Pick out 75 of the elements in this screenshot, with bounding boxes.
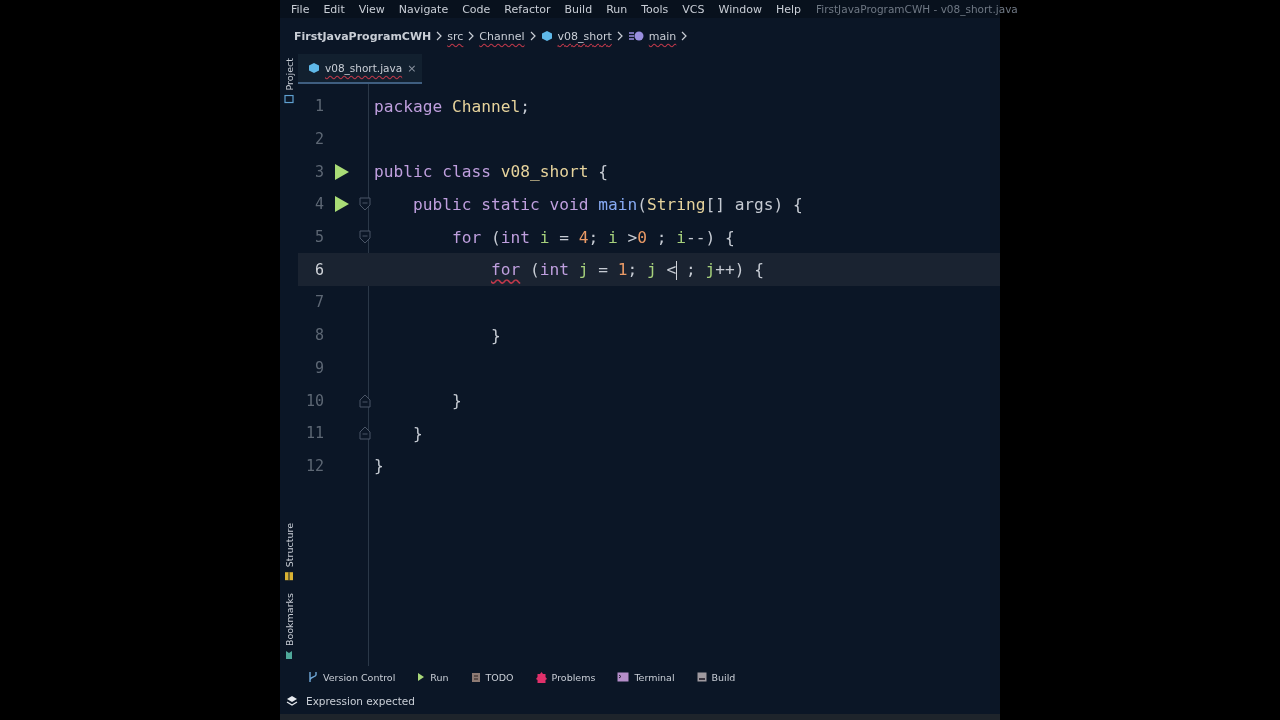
structure-icon	[284, 570, 294, 581]
close-icon[interactable]: ×	[407, 61, 417, 75]
line-number: 7	[313, 293, 324, 312]
chevron-icon	[468, 31, 475, 41]
fold-icon	[359, 230, 371, 245]
class-icon	[308, 62, 320, 74]
code-line: for (int i = 4; i >0 ; i--) {	[450, 227, 735, 247]
chevron-icon	[616, 31, 623, 41]
line-number: 11	[304, 424, 324, 443]
tool-window-button[interactable]: Problems	[535, 671, 596, 683]
menu-item[interactable]: View	[351, 2, 392, 16]
side-tool-button[interactable]: Bookmarks	[283, 592, 295, 660]
build-icon	[696, 672, 707, 682]
layers-icon	[286, 695, 298, 707]
line-number: 3	[313, 162, 324, 181]
code-line: }	[450, 391, 462, 411]
breadcrumb-item[interactable]: v08_short	[557, 29, 612, 43]
menu-item[interactable]: Help	[768, 2, 808, 16]
terminal-icon	[617, 672, 630, 682]
line-number: 8	[313, 326, 324, 345]
menu-item[interactable]: Refactor	[497, 2, 558, 16]
line-number: 1	[313, 97, 324, 116]
window-title: FirstJavaProgramCWH - v08_short.java	[816, 3, 1018, 15]
tool-window-button[interactable]: Build	[696, 671, 736, 683]
code-line: public static void main(String[] args) {	[412, 194, 803, 214]
chevron-icon	[681, 31, 688, 41]
menu-item[interactable]: File	[284, 2, 317, 16]
code-line: }	[373, 456, 384, 476]
code-line: }	[489, 325, 501, 345]
fold-icon	[359, 393, 371, 408]
menu-item[interactable]: Edit	[316, 2, 352, 16]
editor-tab[interactable]: v08_short.java ×	[298, 54, 423, 84]
side-tool-button[interactable]: Structure	[283, 522, 295, 581]
line-number: 12	[304, 456, 324, 475]
tool-window-button[interactable]: Version Control	[308, 671, 396, 683]
method-icon	[627, 30, 644, 42]
code-line: }	[412, 423, 423, 443]
fold-icon	[359, 197, 371, 212]
code-editor[interactable]: 1 package Channel; 2 3 public class v08_short { 4 public static void main(String[] args) { 5 for (int i = 4; i >0 ; i--) { 6 for (int j = 1; j < ; j++) { 7 8 } 9 10 } 11 } 12 }	[298, 84, 1000, 666]
menu-item[interactable]: Window	[711, 2, 769, 16]
run-icon[interactable]	[334, 162, 350, 181]
class-icon	[540, 30, 553, 42]
branch-icon	[308, 671, 318, 683]
chevron-icon	[529, 31, 536, 41]
breadcrumb-item[interactable]: src	[447, 29, 464, 43]
list-icon	[470, 671, 481, 683]
breadcrumb-item[interactable]: FirstJavaProgramCWH	[294, 29, 432, 43]
play-icon	[417, 672, 426, 682]
line-number: 2	[313, 130, 324, 149]
fold-icon	[359, 426, 371, 441]
tool-window-button[interactable]: Run	[417, 671, 449, 683]
breadcrumb-item[interactable]: main	[648, 29, 677, 43]
breadcrumb-item[interactable]: Channel	[479, 29, 525, 43]
code-line: package Channel;	[373, 96, 530, 116]
code-line: for (int j = 1; j < ; j++) {	[489, 259, 764, 280]
line-number: 6	[313, 260, 324, 279]
side-tool-button[interactable]: Project	[283, 58, 295, 105]
menu-item[interactable]: Navigate	[391, 2, 456, 16]
run-icon[interactable]	[334, 195, 350, 214]
bookmark-icon	[284, 650, 294, 660]
line-number: 9	[313, 358, 324, 377]
status-message: Expression expected	[306, 695, 415, 707]
menu-item[interactable]: Run	[599, 2, 635, 16]
code-line: public class v08_short {	[373, 162, 608, 182]
line-number: 4	[313, 195, 324, 214]
line-number: 10	[304, 391, 324, 410]
line-number: 5	[313, 228, 324, 247]
tool-window-button[interactable]: TODO	[470, 671, 514, 683]
menu-item[interactable]: Tools	[634, 2, 676, 16]
menu-item[interactable]: VCS	[675, 2, 712, 16]
tool-window-button[interactable]: Terminal	[617, 671, 675, 683]
menu-item[interactable]: Code	[455, 2, 498, 16]
menu-item[interactable]: Build	[557, 2, 600, 16]
warning-icon	[535, 671, 547, 683]
chevron-icon	[436, 31, 443, 41]
